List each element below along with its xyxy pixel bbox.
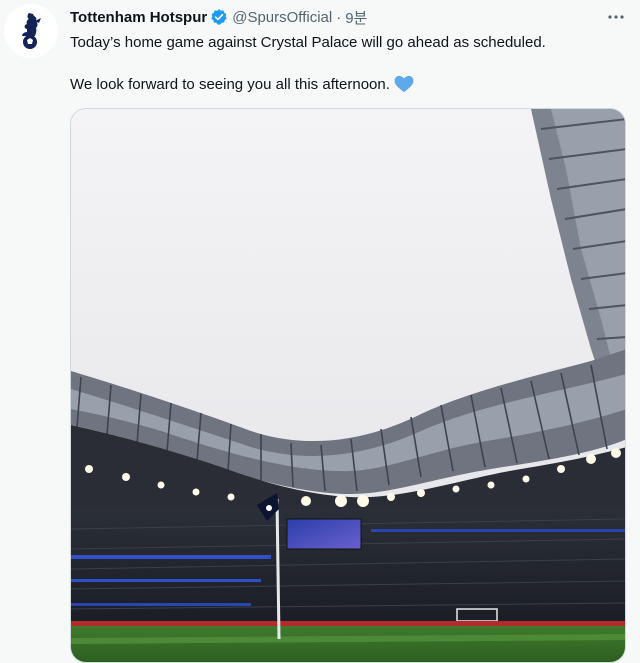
handle[interactable]: @SpursOfficial	[232, 9, 332, 26]
display-name[interactable]: Tottenham Hotspur	[70, 9, 207, 26]
tweet-header: Tottenham Hotspur @SpursOfficial · 9분	[70, 6, 600, 28]
separator-dot: ·	[336, 8, 342, 26]
verified-badge-icon	[211, 9, 227, 25]
tweet-line-2: We look forward to seeing you all this a…	[70, 76, 390, 93]
more-options-icon[interactable]	[606, 7, 626, 27]
tweet-text: Today’s home game against Crystal Palace…	[70, 33, 630, 95]
tweet-line-1: Today’s home game against Crystal Palace…	[70, 34, 546, 51]
ellipsis-icon	[608, 15, 624, 19]
stadium-photo	[71, 109, 625, 662]
spurs-crest-icon	[22, 13, 41, 49]
timestamp[interactable]: 9분	[345, 7, 367, 28]
tweet-line-2-wrap: We look forward to seeing you all this a…	[70, 75, 630, 95]
tweet-media-photo[interactable]	[70, 108, 626, 663]
blue-heart-icon	[394, 75, 414, 93]
avatar[interactable]	[4, 4, 58, 58]
tweet-card[interactable]: Tottenham Hotspur @SpursOfficial · 9분 To…	[0, 0, 640, 663]
